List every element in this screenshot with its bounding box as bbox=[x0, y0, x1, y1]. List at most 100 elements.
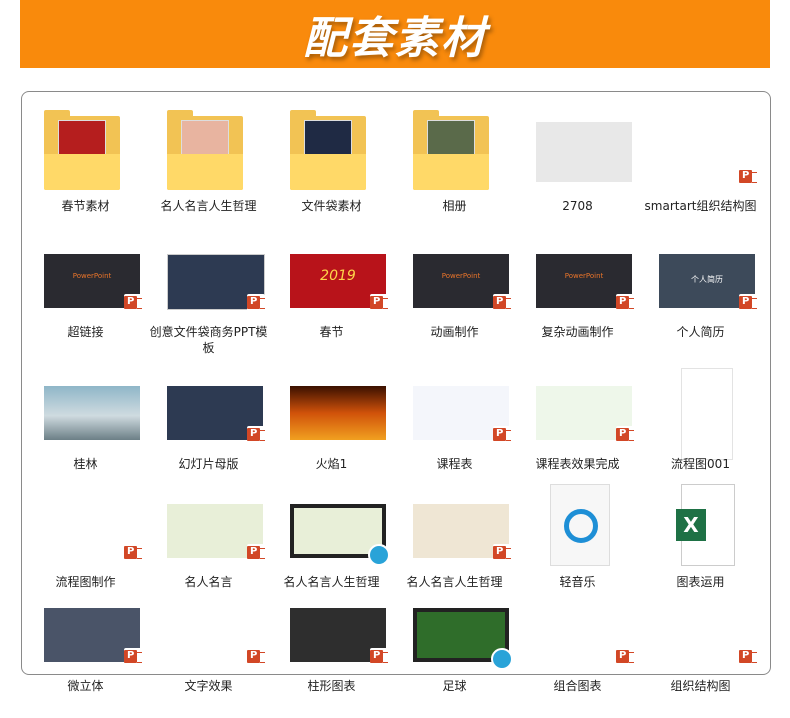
ppt-lines bbox=[137, 548, 142, 559]
file-label: 流程图001 bbox=[671, 457, 730, 471]
file-item[interactable]: smartart组织结构图 bbox=[639, 98, 762, 238]
ppt-file-icon bbox=[159, 232, 265, 318]
video-file-icon bbox=[405, 586, 513, 672]
file-item[interactable]: 春节素材 bbox=[24, 98, 147, 238]
ppt-file-icon bbox=[36, 482, 142, 568]
file-item[interactable]: 2019 春节 bbox=[270, 224, 393, 364]
ppt-file-icon bbox=[36, 586, 142, 672]
image-preview bbox=[44, 386, 140, 440]
ppt-file-icon bbox=[159, 364, 265, 450]
excel-sheet-preview: X bbox=[676, 484, 735, 566]
file-label: 2708 bbox=[562, 199, 593, 213]
flowchart-icon bbox=[651, 364, 751, 460]
ppt-badge-icon bbox=[370, 648, 388, 667]
ppt-lines bbox=[260, 652, 265, 663]
ppt-badge-icon bbox=[616, 648, 634, 667]
file-grid-panel: 春节素材 名人名言人生哲理 文件袋素材 相册 2708 smartart组织结构图 Powe… bbox=[21, 91, 771, 693]
file-item[interactable]: 2708 bbox=[516, 98, 639, 238]
ppt-lines bbox=[383, 652, 388, 663]
folder-icon bbox=[159, 106, 259, 192]
ppt-badge-icon bbox=[124, 544, 142, 563]
ppt-lines bbox=[629, 652, 634, 663]
ppt-badge-icon bbox=[247, 294, 265, 313]
ppt-lines bbox=[506, 548, 511, 559]
music-disc-icon bbox=[564, 509, 598, 543]
file-label: 名人名言人生哲理 bbox=[160, 199, 257, 213]
video-badge-icon bbox=[368, 544, 390, 566]
ppt-badge-icon bbox=[493, 544, 511, 563]
video-badge-icon bbox=[491, 648, 513, 670]
image-preview bbox=[536, 122, 632, 182]
ppt-file-icon bbox=[282, 586, 388, 672]
file-item[interactable]: PowerPoint 动画制作 bbox=[393, 224, 516, 364]
ppt-badge-icon bbox=[124, 294, 142, 313]
file-label: 动画制作 bbox=[430, 325, 479, 339]
ppt-lines bbox=[506, 298, 511, 309]
audio-file-preview bbox=[550, 484, 610, 566]
folder-tab bbox=[413, 110, 439, 118]
file-label: 个人简历 bbox=[676, 325, 725, 339]
file-item[interactable]: 微立体 bbox=[24, 578, 147, 718]
file-item[interactable]: 个人简历个人简历 bbox=[639, 224, 762, 364]
folder-icon bbox=[405, 106, 505, 192]
ppt-file-icon: PowerPoint bbox=[528, 232, 634, 318]
ppt-badge-icon bbox=[247, 544, 265, 563]
ppt-file-icon: PowerPoint bbox=[36, 232, 142, 318]
fire-photo-icon bbox=[282, 364, 386, 450]
file-label: 课程表 bbox=[436, 457, 473, 471]
folder-tab bbox=[167, 110, 193, 118]
file-label: 幻灯片母版 bbox=[178, 457, 239, 471]
ppt-lines bbox=[383, 298, 388, 309]
file-label: 春节素材 bbox=[61, 199, 110, 213]
ppt-lines bbox=[506, 430, 511, 441]
file-item[interactable]: PowerPoint 复杂动画制作 bbox=[516, 224, 639, 364]
ppt-file-icon bbox=[405, 482, 511, 568]
file-item[interactable]: 柱形图表 bbox=[270, 578, 393, 718]
file-item[interactable]: 名人名言人生哲理 bbox=[147, 98, 270, 238]
ppt-badge-icon bbox=[247, 426, 265, 445]
file-label: 桂林 bbox=[73, 457, 98, 471]
file-item[interactable]: 文件袋素材 bbox=[270, 98, 393, 238]
file-item[interactable]: 创意文件袋商务PPT模板 bbox=[147, 224, 270, 364]
ppt-badge-icon bbox=[739, 294, 757, 313]
file-item[interactable]: 足球 bbox=[393, 578, 516, 718]
excel-file-icon: X bbox=[651, 482, 751, 568]
ppt-file-icon bbox=[159, 482, 265, 568]
file-item[interactable]: 相册 bbox=[393, 98, 516, 238]
ppt-lines bbox=[260, 298, 265, 309]
folder-front bbox=[44, 154, 120, 190]
slide-text: 个人简历 bbox=[691, 275, 723, 284]
file-item[interactable]: PowerPoint 超链接 bbox=[24, 224, 147, 364]
video-file-icon bbox=[282, 482, 390, 568]
folder-front bbox=[167, 154, 243, 190]
ppt-file-icon bbox=[651, 106, 757, 192]
ppt-file-icon: PowerPoint bbox=[405, 232, 511, 318]
ppt-file-icon: 个人简历 bbox=[651, 232, 757, 318]
file-item[interactable]: 文字效果 bbox=[147, 578, 270, 718]
file-grid: 春节素材 名人名言人生哲理 文件袋素材 相册 2708 smartart组织结构图 Powe… bbox=[22, 92, 770, 693]
ppt-badge-icon bbox=[739, 648, 757, 667]
ppt-lines bbox=[260, 430, 265, 441]
image-preview bbox=[290, 386, 386, 440]
slide-text: PowerPoint bbox=[564, 272, 604, 280]
folder-front bbox=[413, 154, 489, 190]
file-label: 相册 bbox=[442, 199, 467, 213]
ppt-file-icon: 2019 bbox=[282, 232, 388, 318]
ppt-lines bbox=[752, 298, 757, 309]
file-label: 文件袋素材 bbox=[301, 199, 362, 213]
ppt-file-icon bbox=[651, 586, 757, 672]
file-label: 火焰1 bbox=[315, 457, 348, 471]
file-item[interactable]: 组合图表 bbox=[516, 578, 639, 718]
file-label: 春节 bbox=[319, 325, 344, 339]
ppt-file-icon bbox=[528, 364, 634, 450]
image-preview bbox=[681, 368, 733, 460]
folder-icon bbox=[36, 106, 136, 192]
slide-text: PowerPoint bbox=[441, 272, 481, 280]
file-item[interactable]: 组织结构图 bbox=[639, 578, 762, 718]
page-title: 配套素材 bbox=[303, 13, 487, 64]
ppt-badge-icon bbox=[124, 648, 142, 667]
ppt-badge-icon bbox=[616, 426, 634, 445]
ppt-badge-icon bbox=[493, 294, 511, 313]
ppt-badge-icon bbox=[616, 294, 634, 313]
ppt-lines bbox=[629, 430, 634, 441]
